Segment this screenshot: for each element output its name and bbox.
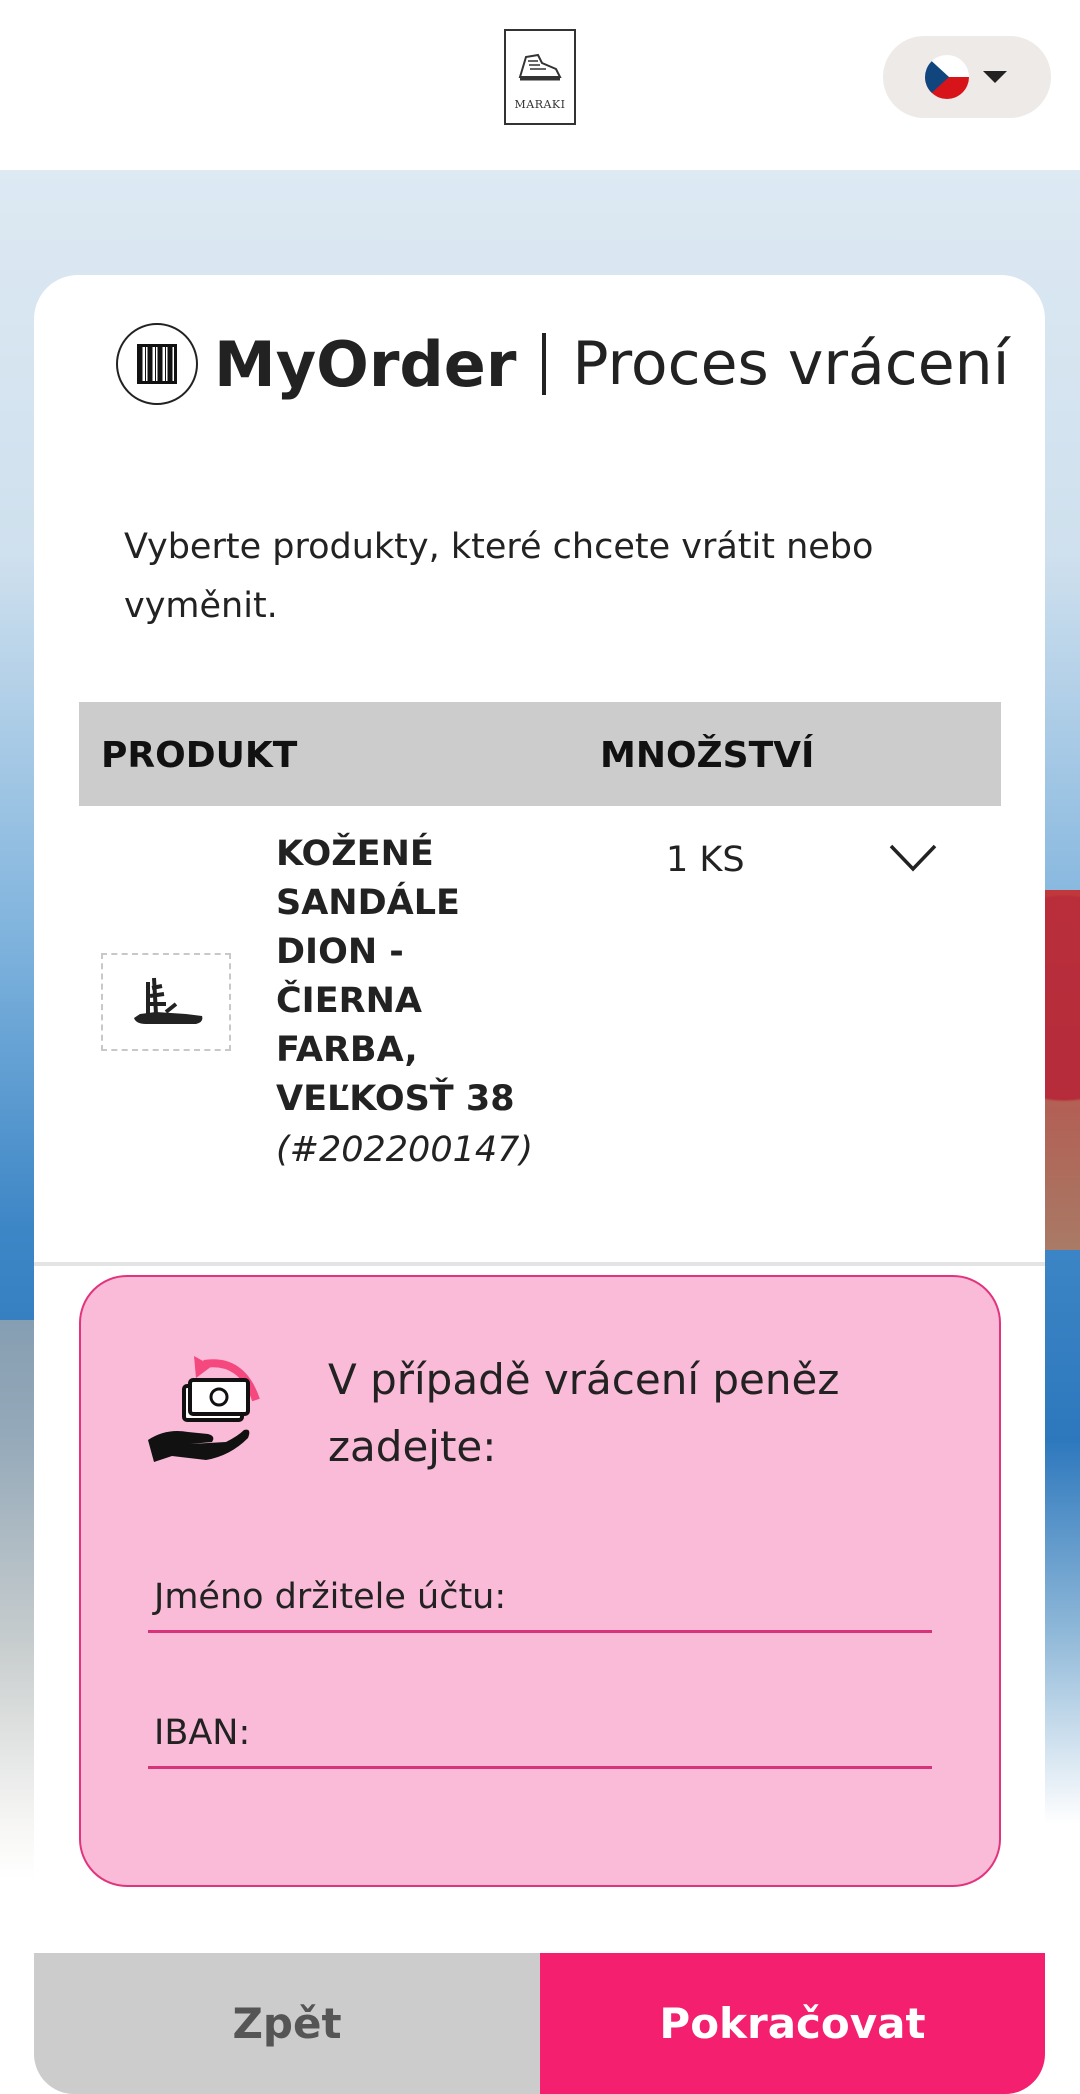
czech-flag-icon: [925, 55, 969, 99]
page-subtitle: Proces vrácení: [572, 329, 1010, 399]
continue-button[interactable]: Pokračovat: [540, 1953, 1045, 2094]
brand-name: MyOrder: [214, 327, 517, 401]
caret-down-icon: [983, 71, 1007, 83]
sneaker-logo-icon: [518, 53, 562, 81]
myorder-seal-icon: [116, 323, 198, 405]
table-header: PRODUKT MNOŽSTVÍ: [79, 702, 1001, 806]
product-quantity: 1 KS: [666, 840, 745, 880]
qr-code-icon: [137, 344, 177, 384]
title-separator: [542, 333, 547, 395]
product-thumbnail[interactable]: [101, 953, 231, 1051]
back-button[interactable]: Zpět: [34, 1953, 540, 2094]
product-id: (#202200147): [276, 1130, 534, 1170]
column-header-quantity: MNOŽSTVÍ: [600, 735, 815, 776]
money-refund-icon: [148, 1356, 260, 1462]
product-name: KOŽENÉ SANDÁLE DION - ČIERNA FARBA, VEĽK…: [276, 834, 515, 1119]
iban-input[interactable]: IBAN:: [148, 1703, 932, 1769]
logo-text: MARAKI: [514, 98, 566, 111]
background-person: [1040, 890, 1080, 1250]
column-header-product: PRODUKT: [101, 735, 298, 776]
language-selector[interactable]: [883, 36, 1051, 118]
sandal-image: [134, 977, 203, 1024]
store-logo[interactable]: MARAKI: [504, 29, 576, 125]
account-holder-input[interactable]: Jméno držitele účtu:: [148, 1567, 932, 1633]
section-divider: [34, 1262, 1045, 1266]
intro-text: Vyberte produkty, které chcete vrátit ne…: [124, 527, 874, 626]
top-bar: MARAKI: [0, 0, 1080, 170]
refund-instructions: V případě vrácení peněz zadejte:: [328, 1355, 840, 1471]
quantity-dropdown-chevron-icon[interactable]: [888, 843, 938, 873]
page-title: MyOrder Proces vrácení: [116, 316, 1009, 412]
